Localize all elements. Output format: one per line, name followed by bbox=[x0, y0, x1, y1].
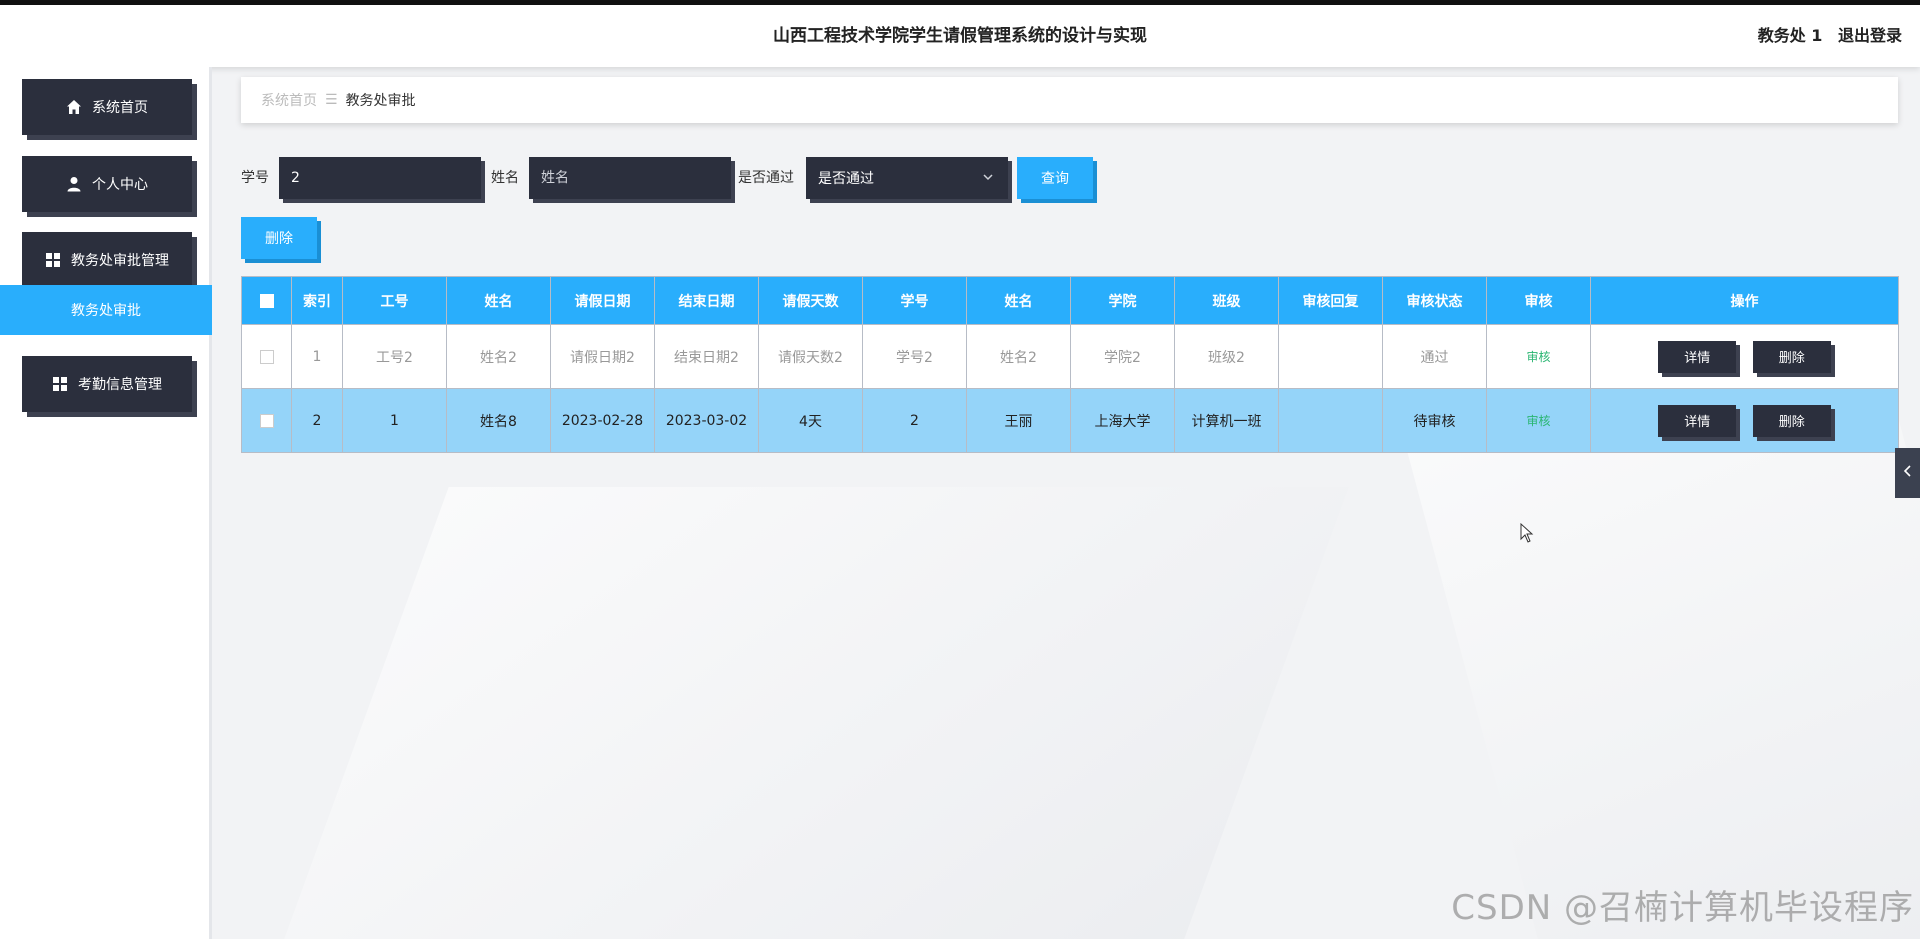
user-area: 教务处 1 退出登录 bbox=[1748, 5, 1902, 67]
name-label: 姓名 bbox=[491, 170, 519, 186]
cell-name: 姓名2 bbox=[446, 324, 551, 389]
column-header: 请假天数 bbox=[758, 276, 863, 325]
column-header: 结束日期 bbox=[654, 276, 759, 325]
column-header: 学号 bbox=[862, 276, 967, 325]
cell-staff-no: 工号2 bbox=[342, 324, 447, 389]
select-all-checkbox[interactable] bbox=[259, 293, 274, 308]
sidebar-item-label: 考勤信息管理 bbox=[78, 377, 162, 393]
detail-button[interactable]: 详情 bbox=[1658, 404, 1737, 437]
cell-end-date: 结束日期2 bbox=[654, 324, 759, 389]
column-header: 工号 bbox=[342, 276, 447, 325]
column-header: 班级 bbox=[1174, 276, 1279, 325]
header: 山西工程技术学院学生请假管理系统的设计与实现 教务处 1 退出登录 bbox=[0, 5, 1920, 67]
cell-class: 班级2 bbox=[1174, 324, 1279, 389]
table-row[interactable]: 2 1 姓名8 2023-02-28 2023-03-02 4天 2 王丽 上海… bbox=[241, 388, 1899, 453]
breadcrumb: 系统首页 ☰ 教务处审批 bbox=[241, 77, 1898, 123]
audit-link[interactable]: 审核 bbox=[1526, 414, 1550, 428]
sidebar-item-label: 系统首页 bbox=[92, 100, 148, 116]
cell-reply bbox=[1278, 388, 1383, 453]
main-content: 系统首页 ☰ 教务处审批 学号 姓名 是否通过 是否通过 查询 删除 索引 bbox=[215, 67, 1920, 939]
data-table: 索引 工号 姓名 请假日期 结束日期 请假天数 学号 姓名 学院 班级 审核回复… bbox=[241, 276, 1899, 453]
cell-staff-no: 1 bbox=[342, 388, 447, 453]
collapse-handle[interactable] bbox=[1895, 448, 1920, 498]
student-no-label: 学号 bbox=[241, 170, 269, 186]
user-icon bbox=[66, 176, 82, 192]
mouse-cursor-icon bbox=[1520, 522, 1534, 543]
detail-button[interactable]: 详情 bbox=[1658, 340, 1737, 373]
cell-college: 上海大学 bbox=[1070, 388, 1175, 453]
cell-status: 通过 bbox=[1382, 324, 1487, 389]
cell-student-name: 王丽 bbox=[966, 388, 1071, 453]
column-header: 姓名 bbox=[966, 276, 1071, 325]
row-delete-button[interactable]: 删除 bbox=[1752, 404, 1831, 437]
grid-icon bbox=[52, 376, 68, 392]
column-header: 请假日期 bbox=[550, 276, 655, 325]
breadcrumb-current: 教务处审批 bbox=[345, 93, 416, 109]
watermark: CSDN @召楠计算机毕设程序 bbox=[1451, 888, 1914, 928]
sidebar-item-label: 教务处审批管理 bbox=[71, 253, 169, 269]
row-checkbox[interactable] bbox=[259, 413, 274, 428]
app-title: 山西工程技术学院学生请假管理系统的设计与实现 bbox=[773, 26, 1147, 46]
name-input[interactable] bbox=[529, 157, 731, 199]
sidebar-item-attendance[interactable]: 考勤信息管理 bbox=[22, 356, 192, 412]
sidebar-item-label: 个人中心 bbox=[92, 177, 148, 193]
sidebar-item-approval-management[interactable]: 教务处审批管理 bbox=[22, 232, 192, 288]
cell-start-date: 2023-02-28 bbox=[550, 388, 655, 453]
select-all-cell[interactable] bbox=[241, 276, 292, 325]
sidebar: 系统首页 个人中心 教务处审批管理 教务处审批 考勤信息管理 bbox=[0, 67, 212, 939]
sidebar-item-profile[interactable]: 个人中心 bbox=[22, 156, 192, 212]
cell-index: 1 bbox=[291, 324, 343, 389]
row-delete-button[interactable]: 删除 bbox=[1752, 340, 1831, 373]
home-icon bbox=[66, 99, 82, 115]
background-shape bbox=[281, 487, 1349, 939]
breadcrumb-separator: ☰ bbox=[325, 92, 338, 108]
cell-class: 计算机一班 bbox=[1174, 388, 1279, 453]
search-bar: 学号 姓名 是否通过 是否通过 查询 bbox=[241, 157, 1341, 199]
cell-reply bbox=[1278, 324, 1383, 389]
passed-select[interactable]: 是否通过 bbox=[806, 157, 1008, 199]
passed-label: 是否通过 bbox=[738, 170, 794, 186]
cell-start-date: 请假日期2 bbox=[550, 324, 655, 389]
cell-student-name: 姓名2 bbox=[966, 324, 1071, 389]
cell-end-date: 2023-03-02 bbox=[654, 388, 759, 453]
column-header: 姓名 bbox=[446, 276, 551, 325]
column-header: 审核 bbox=[1486, 276, 1591, 325]
chevron-left-icon bbox=[1903, 465, 1913, 481]
chevron-down-icon bbox=[982, 171, 994, 183]
cell-days: 4天 bbox=[758, 388, 863, 453]
batch-delete-button[interactable]: 删除 bbox=[241, 217, 317, 259]
column-header: 学院 bbox=[1070, 276, 1175, 325]
column-header: 索引 bbox=[291, 276, 343, 325]
grid-icon bbox=[45, 252, 61, 268]
table-header-row: 索引 工号 姓名 请假日期 结束日期 请假天数 学号 姓名 学院 班级 审核回复… bbox=[241, 276, 1899, 325]
column-header: 审核回复 bbox=[1278, 276, 1383, 325]
audit-link[interactable]: 审核 bbox=[1526, 350, 1550, 364]
cell-college: 学院2 bbox=[1070, 324, 1175, 389]
row-checkbox[interactable] bbox=[259, 349, 274, 364]
sidebar-subitem-approval[interactable]: 教务处审批 bbox=[0, 285, 212, 335]
student-no-input[interactable] bbox=[279, 157, 481, 199]
cell-student-no: 学号2 bbox=[862, 324, 967, 389]
cell-status: 待审核 bbox=[1382, 388, 1487, 453]
sidebar-item-home[interactable]: 系统首页 bbox=[22, 79, 192, 135]
query-button[interactable]: 查询 bbox=[1017, 157, 1093, 199]
cell-days: 请假天数2 bbox=[758, 324, 863, 389]
cell-student-no: 2 bbox=[862, 388, 967, 453]
column-header: 操作 bbox=[1590, 276, 1899, 325]
cell-name: 姓名8 bbox=[446, 388, 551, 453]
passed-select-value: 是否通过 bbox=[818, 171, 874, 187]
user-name: 教务处 1 bbox=[1757, 26, 1823, 45]
logout-link[interactable]: 退出登录 bbox=[1838, 26, 1902, 45]
breadcrumb-home[interactable]: 系统首页 bbox=[261, 90, 317, 110]
table-row[interactable]: 1 工号2 姓名2 请假日期2 结束日期2 请假天数2 学号2 姓名2 学院2 … bbox=[241, 324, 1899, 389]
cell-index: 2 bbox=[291, 388, 343, 453]
column-header: 审核状态 bbox=[1382, 276, 1487, 325]
